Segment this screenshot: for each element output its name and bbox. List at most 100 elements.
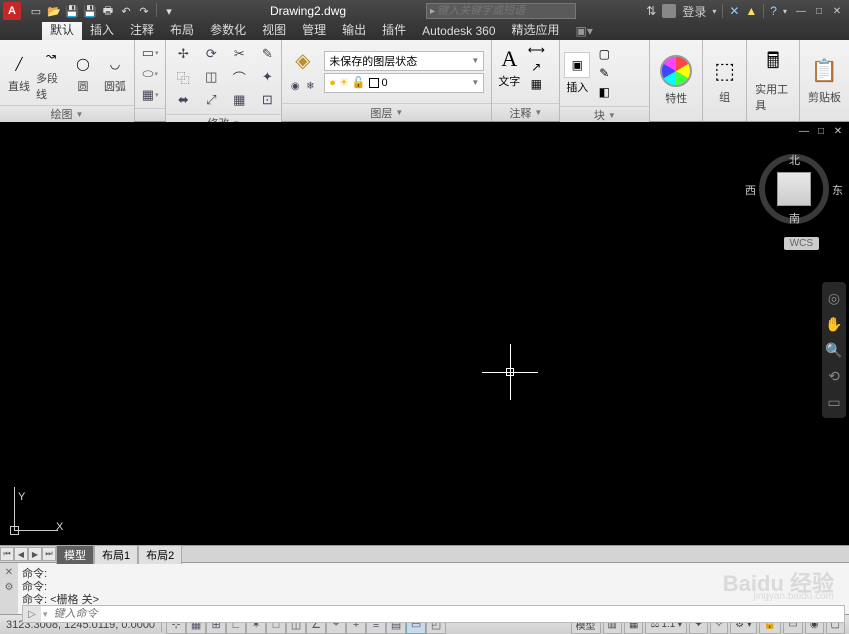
fillet-icon[interactable]: ⌒: [228, 67, 250, 87]
tab-a360[interactable]: Autodesk 360: [414, 22, 503, 40]
tab-plugins[interactable]: 插件: [374, 19, 414, 40]
layout-tab-1[interactable]: 布局1: [94, 545, 138, 564]
drawing-canvas[interactable]: — □ ✕ 北 南 西 东 WCS ◎ ✋ 🔍 ⟲ ▭ Y X: [0, 122, 849, 545]
orbit-icon[interactable]: ⟲: [824, 366, 844, 386]
close-button[interactable]: ✕: [829, 4, 845, 18]
tab-manage[interactable]: 管理: [294, 19, 334, 40]
doc-maximize-button[interactable]: □: [814, 125, 828, 137]
utilities-icon[interactable]: 🖩: [758, 48, 788, 78]
properties-wheel-icon[interactable]: [660, 55, 692, 87]
cmd-close-icon[interactable]: ✕: [5, 567, 13, 578]
panel-block-footer[interactable]: 块▼: [560, 106, 649, 123]
print-icon[interactable]: 🖶: [100, 3, 116, 19]
viewcube-face[interactable]: [777, 172, 811, 206]
pan-icon[interactable]: ✋: [824, 314, 844, 334]
zoom-icon[interactable]: 🔍: [824, 340, 844, 360]
array-icon[interactable]: ▦: [228, 90, 250, 110]
showmotion-icon[interactable]: ▭: [824, 392, 844, 412]
tab-last-icon[interactable]: ⏭: [42, 547, 56, 561]
viewcube[interactable]: 北 南 西 东: [759, 154, 829, 224]
open-icon[interactable]: 📂: [46, 3, 62, 19]
offset-icon[interactable]: ⊡: [256, 90, 278, 110]
redo-icon[interactable]: ↷: [136, 3, 152, 19]
layout-tab-model[interactable]: 模型: [56, 545, 94, 564]
rectangle-icon[interactable]: ▭▾: [139, 43, 161, 63]
circle-tool[interactable]: ◯圆: [68, 51, 98, 94]
cmd-config-icon[interactable]: ⚙: [5, 582, 14, 593]
create-block-icon[interactable]: ▢: [594, 45, 614, 63]
layer-off-icon[interactable]: ◉: [288, 77, 302, 97]
wcs-badge[interactable]: WCS: [784, 237, 819, 250]
command-input-row[interactable]: ▷ ▾: [22, 605, 845, 623]
tab-default[interactable]: 默认: [42, 19, 82, 40]
tab-prev-icon[interactable]: ◀: [14, 547, 28, 561]
insert-block-icon[interactable]: ▣: [564, 52, 590, 78]
warning-icon[interactable]: ▲: [745, 4, 757, 18]
dimension-icon[interactable]: ⟷: [526, 42, 546, 58]
block-attr-icon[interactable]: ◧: [594, 83, 614, 101]
doc-close-button[interactable]: ✕: [831, 125, 845, 137]
help-icon[interactable]: ?: [770, 4, 777, 18]
tab-output[interactable]: 输出: [334, 19, 374, 40]
panel-draw-footer[interactable]: 绘图▼: [0, 105, 134, 122]
steering-wheel-icon[interactable]: ◎: [824, 288, 844, 308]
layer-current-dropdown[interactable]: ● ☀ 🔓 0 ▼: [324, 73, 484, 93]
layer-properties-icon[interactable]: ◈: [289, 47, 317, 75]
ellipse-icon[interactable]: ⬭▾: [139, 64, 161, 84]
layer-freeze-icon[interactable]: ❄: [303, 77, 317, 97]
erase-icon[interactable]: ✎: [256, 44, 278, 64]
doc-minimize-button[interactable]: —: [797, 125, 811, 137]
qat-more-icon[interactable]: ▾: [161, 3, 177, 19]
signin-switch-icon[interactable]: ⇅: [646, 4, 656, 18]
hatch-icon[interactable]: ▦▾: [139, 85, 161, 105]
app-logo-icon[interactable]: A: [3, 2, 21, 20]
scale-icon[interactable]: ⤢: [200, 90, 222, 110]
layer-state-dropdown[interactable]: 未保存的图层状态▼: [324, 51, 484, 71]
line-tool[interactable]: ╱直线: [4, 51, 34, 94]
layout-tab-2[interactable]: 布局2: [138, 545, 182, 564]
tab-expand-icon[interactable]: ▣▾: [568, 22, 601, 40]
user-icon[interactable]: [662, 4, 676, 18]
tab-next-icon[interactable]: ▶: [28, 547, 42, 561]
saveas-icon[interactable]: 💾: [82, 3, 98, 19]
text-tool-icon[interactable]: A: [495, 45, 523, 73]
exchange-icon[interactable]: ✕: [729, 4, 739, 18]
table-icon[interactable]: ▦: [526, 76, 546, 92]
panel-annotate-footer[interactable]: 注释▼: [492, 103, 559, 121]
arc-tool[interactable]: ◡圆弧: [100, 51, 130, 94]
trim-icon[interactable]: ✂: [228, 44, 250, 64]
command-input[interactable]: [50, 608, 844, 620]
polyline-tool[interactable]: ↝多段线: [36, 43, 66, 102]
tab-insert[interactable]: 插入: [82, 19, 122, 40]
undo-icon[interactable]: ↶: [118, 3, 134, 19]
explode-icon[interactable]: ✦: [256, 67, 278, 87]
tab-annotate[interactable]: 注释: [122, 19, 162, 40]
group-icon[interactable]: ⬚: [710, 56, 740, 86]
ribbon-tabs: 默认 插入 注释 布局 参数化 视图 管理 输出 插件 Autodesk 360…: [0, 22, 849, 40]
copy-icon[interactable]: ⿻: [172, 67, 194, 87]
tab-first-icon[interactable]: ⏮: [0, 547, 14, 561]
minimize-button[interactable]: —: [793, 4, 809, 18]
move-icon[interactable]: ✢: [172, 44, 194, 64]
login-label[interactable]: 登录: [682, 3, 706, 20]
viewcube-south[interactable]: 南: [789, 210, 800, 226]
tab-featured[interactable]: 精选应用: [504, 19, 568, 40]
clipboard-icon[interactable]: 📋: [809, 56, 839, 86]
tab-parametric[interactable]: 参数化: [202, 19, 254, 40]
leader-icon[interactable]: ↗: [526, 59, 546, 75]
search-input[interactable]: [437, 5, 572, 17]
viewcube-north[interactable]: 北: [789, 152, 800, 168]
tab-layout[interactable]: 布局: [162, 19, 202, 40]
mirror-icon[interactable]: ◫: [200, 67, 222, 87]
viewcube-east[interactable]: 东: [832, 182, 843, 198]
maximize-button[interactable]: □: [811, 4, 827, 18]
edit-block-icon[interactable]: ✎: [594, 64, 614, 82]
help-search[interactable]: ▸: [426, 3, 576, 19]
stretch-icon[interactable]: ⬌: [172, 90, 194, 110]
tab-view[interactable]: 视图: [254, 19, 294, 40]
rotate-icon[interactable]: ⟳: [200, 44, 222, 64]
save-icon[interactable]: 💾: [64, 3, 80, 19]
viewcube-west[interactable]: 西: [745, 182, 756, 198]
new-icon[interactable]: ▭: [28, 3, 44, 19]
panel-layer-footer[interactable]: 图层▼: [282, 103, 491, 121]
